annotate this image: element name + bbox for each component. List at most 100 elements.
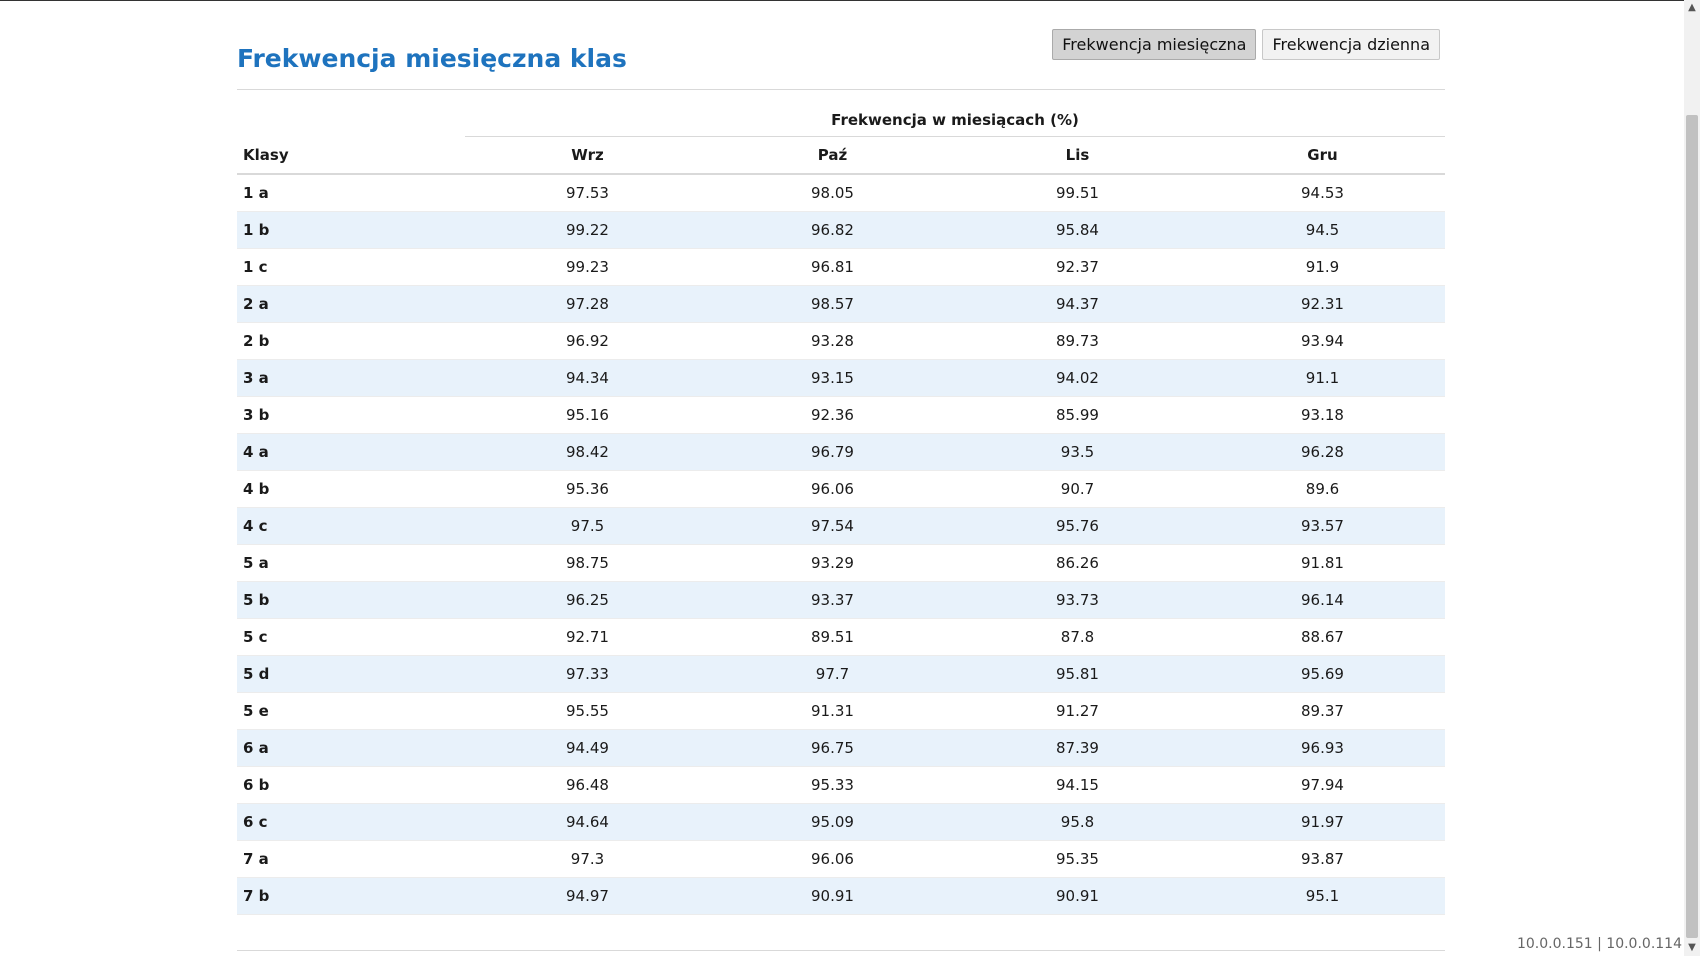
attendance-value-cell: 93.37: [710, 581, 955, 619]
column-header-month: Gru: [1200, 136, 1445, 175]
table-row: 3 a 94.34 93.15 94.02 91.1: [237, 359, 1445, 397]
class-name-cell: 1 b: [237, 211, 465, 249]
chevron-up-icon[interactable]: ▲: [1684, 0, 1700, 16]
attendance-value-cell: 96.06: [710, 470, 955, 508]
class-name-cell: 4 c: [237, 507, 465, 545]
attendance-value-cell: 93.29: [710, 544, 955, 582]
vertical-scrollbar[interactable]: ▲ ▼: [1684, 0, 1700, 956]
attendance-value-cell: 91.31: [710, 692, 955, 730]
scrollbar-thumb[interactable]: [1686, 115, 1698, 938]
attendance-value-cell: 94.15: [955, 766, 1200, 804]
attendance-value-cell: 96.28: [1200, 433, 1445, 471]
attendance-value-cell: 89.73: [955, 322, 1200, 360]
attendance-value-cell: 95.76: [955, 507, 1200, 545]
group-header-spacer: [237, 104, 465, 137]
attendance-value-cell: 98.42: [465, 433, 710, 471]
attendance-value-cell: 95.35: [955, 840, 1200, 878]
attendance-value-cell: 98.75: [465, 544, 710, 582]
attendance-value-cell: 91.9: [1200, 248, 1445, 286]
table-row: 5 a 98.75 93.29 86.26 91.81: [237, 544, 1445, 582]
attendance-value-cell: 87.39: [955, 729, 1200, 767]
group-header: Frekwencja w miesiącach (%): [465, 104, 1445, 137]
server-ip: 10.0.0.151 | 10.0.0.114: [1516, 936, 1682, 952]
title-divider: [237, 89, 1445, 90]
attendance-value-cell: 96.82: [710, 211, 955, 249]
attendance-value-cell: 96.92: [465, 322, 710, 360]
class-name-cell: 6 a: [237, 729, 465, 767]
attendance-value-cell: 95.36: [465, 470, 710, 508]
class-name-cell: 1 a: [237, 174, 465, 212]
attendance-value-cell: 94.53: [1200, 174, 1445, 212]
attendance-value-cell: 97.94: [1200, 766, 1445, 804]
attendance-value-cell: 97.54: [710, 507, 955, 545]
chevron-down-icon[interactable]: ▼: [1684, 940, 1700, 956]
table-row: 7 a 97.3 96.06 95.35 93.87: [237, 840, 1445, 878]
table-row: 5 c 92.71 89.51 87.8 88.67: [237, 618, 1445, 656]
attendance-value-cell: 89.51: [710, 618, 955, 656]
attendance-value-cell: 96.93: [1200, 729, 1445, 767]
class-name-cell: 5 b: [237, 581, 465, 619]
attendance-value-cell: 93.94: [1200, 322, 1445, 360]
class-name-cell: 2 a: [237, 285, 465, 323]
table-row: 7 b 94.97 90.91 90.91 95.1: [237, 877, 1445, 915]
attendance-value-cell: 98.57: [710, 285, 955, 323]
table-row: 4 c 97.5 97.54 95.76 93.57: [237, 507, 1445, 545]
table-row: 1 a 97.53 98.05 99.51 94.53: [237, 174, 1445, 212]
daily-attendance-button[interactable]: Frekwencja dzienna: [1262, 29, 1440, 60]
table-row: 1 c 99.23 96.81 92.37 91.9: [237, 248, 1445, 286]
attendance-value-cell: 94.37: [955, 285, 1200, 323]
table-row: 3 b 95.16 92.36 85.99 93.18: [237, 396, 1445, 434]
attendance-value-cell: 94.64: [465, 803, 710, 841]
attendance-value-cell: 93.57: [1200, 507, 1445, 545]
top-border: [0, 0, 1684, 1]
table-row: 6 b 96.48 95.33 94.15 97.94: [237, 766, 1445, 804]
table-row: 4 a 98.42 96.79 93.5 96.28: [237, 433, 1445, 471]
attendance-value-cell: 88.67: [1200, 618, 1445, 656]
attendance-value-cell: 96.25: [465, 581, 710, 619]
class-name-cell: 1 c: [237, 248, 465, 286]
attendance-value-cell: 85.99: [955, 396, 1200, 434]
attendance-value-cell: 95.33: [710, 766, 955, 804]
attendance-value-cell: 99.22: [465, 211, 710, 249]
attendance-value-cell: 92.31: [1200, 285, 1445, 323]
class-name-cell: 2 b: [237, 322, 465, 360]
attendance-value-cell: 92.36: [710, 396, 955, 434]
table-row: 5 b 96.25 93.37 93.73 96.14: [237, 581, 1445, 619]
attendance-table: Frekwencja w miesiącach (%) Klasy Wrz Paź L…: [237, 104, 1445, 915]
page-title: Frekwencja miesięczna klas: [237, 44, 627, 73]
attendance-value-cell: 91.81: [1200, 544, 1445, 582]
monthly-attendance-button[interactable]: Frekwencja miesięczna: [1052, 29, 1257, 60]
attendance-value-cell: 99.23: [465, 248, 710, 286]
attendance-value-cell: 93.5: [955, 433, 1200, 471]
attendance-value-cell: 92.71: [465, 618, 710, 656]
attendance-value-cell: 97.53: [465, 174, 710, 212]
table-row: 2 b 96.92 93.28 89.73 93.94: [237, 322, 1445, 360]
attendance-value-cell: 94.34: [465, 359, 710, 397]
attendance-value-cell: 96.81: [710, 248, 955, 286]
footer-divider: [237, 950, 1445, 951]
attendance-value-cell: 95.16: [465, 396, 710, 434]
class-name-cell: 3 a: [237, 359, 465, 397]
attendance-value-cell: 93.18: [1200, 396, 1445, 434]
class-name-cell: 3 b: [237, 396, 465, 434]
attendance-value-cell: 94.02: [955, 359, 1200, 397]
attendance-value-cell: 95.1: [1200, 877, 1445, 915]
class-name-cell: 6 c: [237, 803, 465, 841]
table-row: 6 a 94.49 96.75 87.39 96.93: [237, 729, 1445, 767]
attendance-value-cell: 90.7: [955, 470, 1200, 508]
attendance-value-cell: 96.48: [465, 766, 710, 804]
attendance-value-cell: 94.49: [465, 729, 710, 767]
attendance-value-cell: 95.69: [1200, 655, 1445, 693]
class-name-cell: 5 c: [237, 618, 465, 656]
attendance-value-cell: 89.6: [1200, 470, 1445, 508]
attendance-value-cell: 90.91: [710, 877, 955, 915]
table-row: 5 e 95.55 91.31 91.27 89.37: [237, 692, 1445, 730]
attendance-value-cell: 91.27: [955, 692, 1200, 730]
table-row: 1 b 99.22 96.82 95.84 94.5: [237, 211, 1445, 249]
column-header-row: Klasy Wrz Paź Lis Gru: [237, 136, 1445, 175]
attendance-value-cell: 91.97: [1200, 803, 1445, 841]
class-name-cell: 5 a: [237, 544, 465, 582]
attendance-value-cell: 93.87: [1200, 840, 1445, 878]
table-row: 4 b 95.36 96.06 90.7 89.6: [237, 470, 1445, 508]
attendance-value-cell: 90.91: [955, 877, 1200, 915]
